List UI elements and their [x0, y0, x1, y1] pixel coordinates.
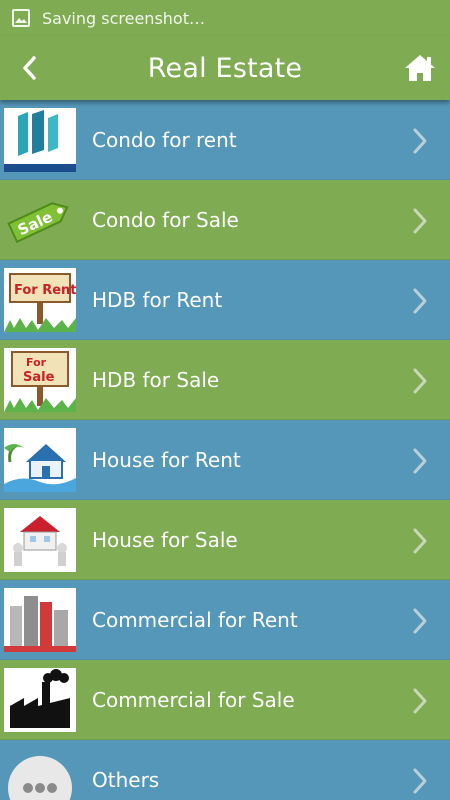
list-item-house-for-rent[interactable]: House for Rent [0, 420, 450, 500]
list-item-label: HDB for Rent [92, 287, 223, 312]
list-item-condo-for-rent[interactable]: Condo for rent [0, 100, 450, 180]
list-item-label: Commercial for Rent [92, 607, 298, 632]
svg-text:Sale: Sale [23, 370, 55, 385]
chevron-right-icon [413, 368, 427, 394]
list-item-hdb-for-rent[interactable]: For Rent HDB for Rent [0, 260, 450, 340]
chevron-right-icon [413, 128, 427, 154]
more-dots-icon [4, 748, 76, 800]
office-buildings-icon [4, 588, 76, 652]
list-item-label: House for Sale [92, 527, 238, 552]
list-item-label: Condo for rent [92, 127, 237, 152]
screenshot-icon [12, 9, 30, 27]
page-title: Real Estate [147, 52, 303, 84]
back-arrow-icon [23, 56, 36, 80]
list-item-label: Condo for Sale [92, 207, 239, 232]
chevron-right-icon [413, 608, 427, 634]
chevron-right-icon [413, 528, 427, 554]
list-item-label: House for Rent [92, 447, 241, 472]
status-bar: Saving screenshot… [0, 0, 450, 36]
condo-building-icon [4, 108, 76, 172]
chevron-right-icon [413, 448, 427, 474]
home-icon [405, 55, 435, 81]
chevron-right-icon [413, 688, 427, 714]
list-item-condo-for-sale[interactable]: Sale Condo for Sale [0, 180, 450, 260]
category-list: Condo for rent Sale Condo for Sale For R… [0, 100, 450, 800]
factory-icon [4, 668, 76, 732]
svg-text:For Rent: For Rent [14, 283, 76, 298]
list-item-label: Others [92, 767, 160, 792]
list-item-house-for-sale[interactable]: House for Sale [0, 500, 450, 580]
home-button[interactable] [398, 46, 442, 90]
for-sale-sign-icon: For Sale [4, 348, 76, 412]
status-text: Saving screenshot… [42, 8, 205, 28]
list-item-label: HDB for Sale [92, 367, 220, 392]
for-rent-sign-icon: For Rent [4, 268, 77, 332]
list-item-commercial-for-sale[interactable]: Commercial for Sale [0, 660, 450, 740]
chevron-right-icon [413, 768, 427, 794]
list-item-commercial-for-rent[interactable]: Commercial for Rent [0, 580, 450, 660]
list-item-others[interactable]: Others [0, 740, 450, 800]
house-carry-icon [4, 508, 76, 572]
chevron-right-icon [413, 288, 427, 314]
svg-text:For: For [26, 356, 47, 369]
app-bar: Real Estate [0, 36, 450, 100]
list-item-hdb-for-sale[interactable]: For Sale HDB for Sale [0, 340, 450, 420]
chevron-right-icon [413, 208, 427, 234]
list-item-label: Commercial for Sale [92, 687, 295, 712]
back-button[interactable] [8, 46, 52, 90]
house-icon [4, 428, 76, 492]
sale-tag-icon: Sale [4, 188, 76, 252]
